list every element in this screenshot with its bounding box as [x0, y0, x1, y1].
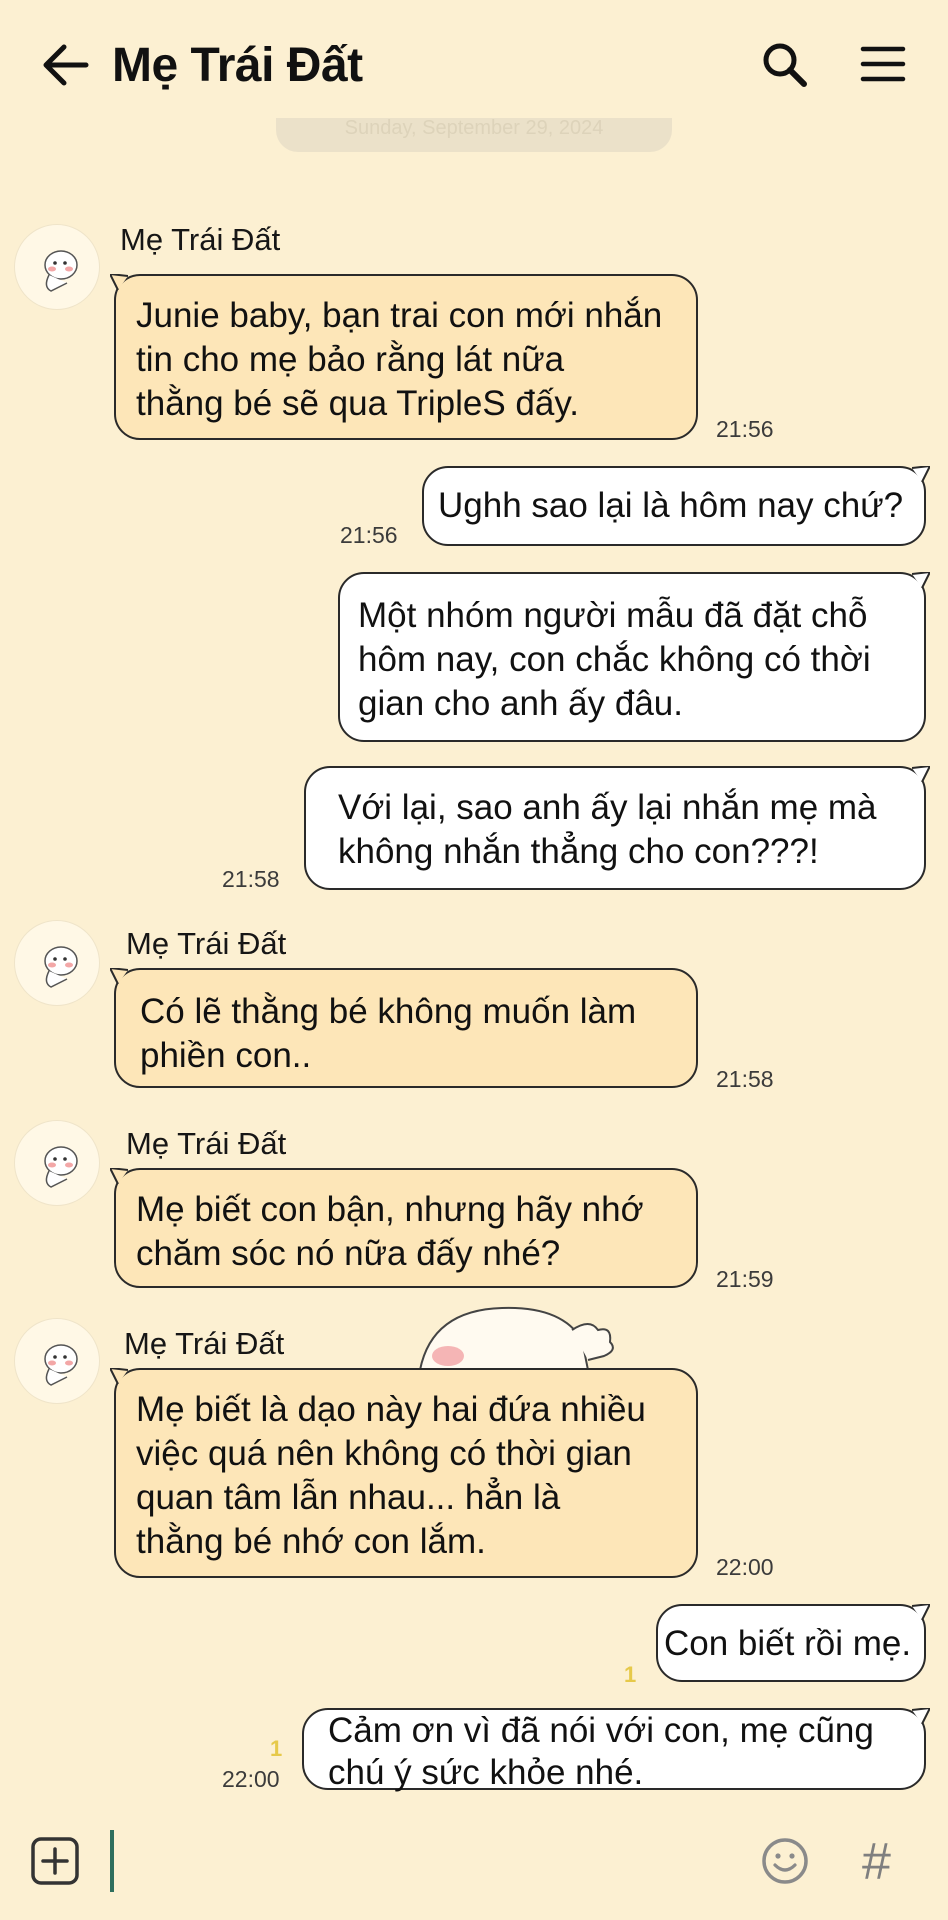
sender-name: Mẹ Trái Đất: [126, 1126, 287, 1161]
avatar[interactable]: [14, 1120, 100, 1206]
message-time: 22:00: [716, 1554, 774, 1580]
bubble-tail: [110, 1168, 128, 1185]
chat-header: Mẹ Trái Đất: [0, 0, 948, 130]
message-bubble-incoming[interactable]: Có lẽ thằng bé không muốn làm phiền con.…: [114, 968, 698, 1088]
search-icon: [763, 43, 807, 87]
message-time: 21:59: [716, 1266, 774, 1292]
read-count: 1: [624, 1662, 637, 1687]
message-time: 21:56: [716, 416, 774, 442]
sender-name: Mẹ Trái Đất: [120, 222, 281, 257]
message-bubble-outgoing[interactable]: Ughh sao lại là hôm nay chứ?: [422, 466, 926, 546]
message-input-field[interactable]: [110, 1830, 114, 1892]
bubble-tail: [912, 466, 930, 483]
chat-title: Mẹ Trái Đất: [112, 39, 363, 92]
bubble-tail: [912, 766, 930, 783]
read-count: 1: [270, 1736, 283, 1761]
avatar[interactable]: [14, 1318, 100, 1404]
smiley-icon: [762, 1838, 808, 1884]
message-time: 21:58: [222, 866, 280, 892]
sender-name: Mẹ Trái Đất: [126, 926, 287, 961]
message-time: 22:00: [222, 1766, 280, 1792]
date-separator: Sunday, September 29, 2024: [276, 118, 672, 152]
avatar[interactable]: [14, 224, 100, 310]
sticker-character-icon: [44, 946, 78, 988]
emoji-button[interactable]: [760, 1836, 810, 1886]
menu-button[interactable]: [860, 44, 906, 84]
sticker-character-icon: [44, 1344, 78, 1386]
message-bubble-incoming[interactable]: Mẹ biết là dạo này hai đứa nhiều việc qu…: [114, 1368, 698, 1578]
bubble-tail: [912, 572, 930, 589]
back-button[interactable]: [38, 40, 98, 90]
plus-square-icon: [31, 1837, 79, 1885]
sticker-character-icon: [44, 1146, 78, 1188]
sticker-character-icon: [44, 250, 78, 292]
bubble-tail: [110, 274, 128, 291]
bubble-tail: [110, 968, 128, 985]
message-bubble-incoming[interactable]: Mẹ biết con bận, nhưng hãy nhớ chăm sóc …: [114, 1168, 698, 1288]
hamburger-menu-icon: [860, 46, 906, 82]
sticker-character-icon: [418, 1306, 614, 1370]
bubble-tail: [110, 1368, 128, 1385]
message-bubble-outgoing[interactable]: Một nhóm người mẫu đã đặt chỗ hôm nay, c…: [338, 572, 926, 742]
avatar[interactable]: [14, 920, 100, 1006]
message-bubble-outgoing[interactable]: Với lại, sao anh ấy lại nhắn mẹ mà không…: [304, 766, 926, 890]
add-attachment-button[interactable]: [30, 1836, 80, 1886]
message-bubble-outgoing[interactable]: Cảm ơn vì đã nói với con, mẹ cũng chú ý …: [302, 1708, 926, 1792]
arrow-left-icon: [43, 44, 89, 86]
bubble-tail: [912, 1604, 930, 1621]
search-button[interactable]: [760, 40, 810, 90]
message-bubble-incoming[interactable]: Junie baby, bạn trai con mới nhắn tin ch…: [114, 274, 698, 440]
bubble-tail: [912, 1708, 930, 1725]
message-bubble-outgoing[interactable]: Con biết rồi mẹ.: [656, 1604, 926, 1682]
message-time: 21:56: [340, 522, 398, 548]
message-time: 21:58: [716, 1066, 774, 1092]
sender-name: Mẹ Trái Đất: [124, 1326, 285, 1361]
hashtag-button[interactable]: #: [862, 1832, 891, 1892]
